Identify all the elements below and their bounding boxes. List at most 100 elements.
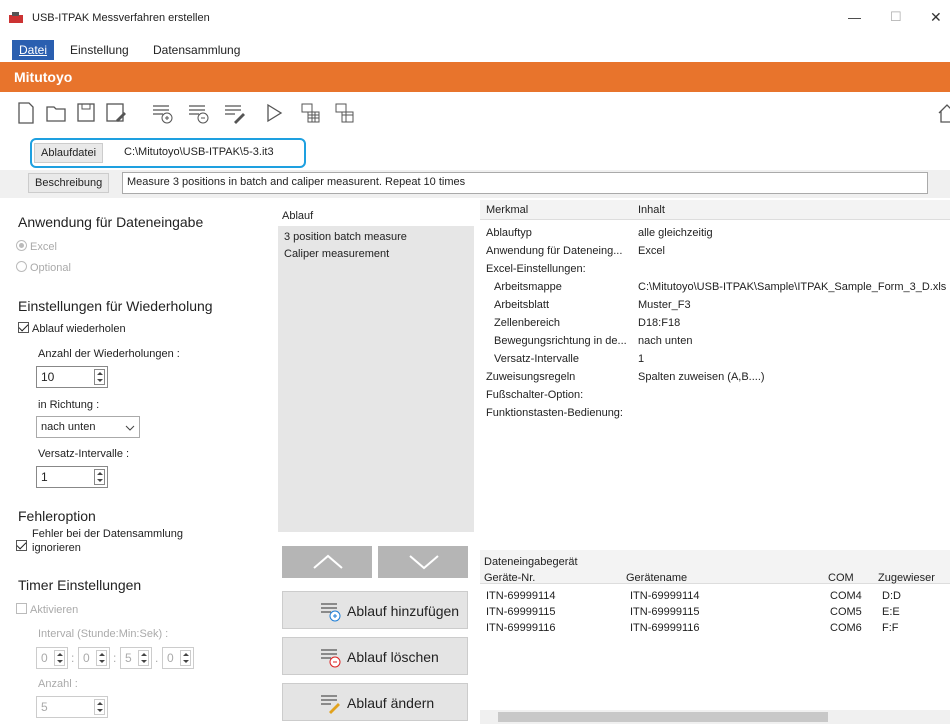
repeat-checkbox[interactable]: Ablauf wiederholen <box>18 322 126 335</box>
interval-fraction[interactable]: 0 <box>162 647 194 669</box>
property-key: Funktionstasten-Bedienung: <box>486 407 623 419</box>
close-button[interactable]: ✕ <box>930 9 942 26</box>
property-row[interactable]: Zellenbereich D18:F18 <box>480 314 950 332</box>
property-row[interactable]: Funktionstasten-Bedienung: <box>480 404 950 422</box>
move-up-button[interactable] <box>282 546 372 578</box>
property-row[interactable]: Arbeitsmappe C:\Mitutoyo\USB-ITPAK\Sample… <box>480 278 950 296</box>
properties-col-key: Merkmal <box>486 204 529 216</box>
devices-col-com: COM <box>828 572 854 584</box>
menu-item-datei[interactable]: Datei <box>12 40 55 60</box>
delete-flow-label: Ablauf löschen <box>347 649 439 665</box>
interval-seconds[interactable]: 5 <box>120 647 152 669</box>
offset-stepper[interactable]: 1 <box>36 466 108 488</box>
minimize-button[interactable]: — <box>848 10 861 25</box>
count-stepper[interactable]: 5 <box>36 696 108 718</box>
scrollbar-thumb[interactable] <box>498 712 828 722</box>
file-path: C:\Mitutoyo\USB-ITPAK\5-3.it3 <box>124 146 274 158</box>
maximize-button[interactable]: ☐ <box>890 9 902 25</box>
new-file-icon[interactable] <box>14 100 38 126</box>
property-value: Excel <box>638 245 665 257</box>
spreadsheet-link-icon[interactable] <box>332 100 356 126</box>
chevron-up-icon <box>313 554 343 569</box>
count-spin-buttons[interactable] <box>94 699 105 715</box>
property-value: Spalten zuweisen (A,B....) <box>638 371 765 383</box>
device-cell-name: ITN-69999115 <box>630 606 700 618</box>
file-label: Ablaufdatei <box>34 143 104 163</box>
device-cell-no: ITN-69999116 <box>486 622 556 634</box>
menu-item-datensammlung[interactable]: Datensammlung <box>153 43 240 57</box>
flow-header: Ablauf <box>282 210 314 222</box>
property-key: Zellenbereich <box>494 317 561 329</box>
devices-col-assign: Zugewieser <box>878 572 935 584</box>
devices-header: Dateneingabegerät Geräte-Nr. Gerätename … <box>480 550 950 584</box>
spreadsheet-icon[interactable] <box>298 100 322 126</box>
interval-hours[interactable]: 0 <box>36 647 68 669</box>
open-folder-icon[interactable] <box>44 100 68 126</box>
interval-minutes[interactable]: 0 <box>78 647 110 669</box>
remove-flow-icon[interactable] <box>186 100 210 126</box>
interval-hours-spin[interactable] <box>54 650 65 666</box>
save-icon[interactable] <box>74 100 98 126</box>
chevron-down-icon <box>125 425 135 431</box>
devices-group-label: Dateneingabegerät <box>484 556 578 568</box>
flow-list[interactable]: 3 position batch measure Caliper measure… <box>278 226 474 532</box>
count-value: 5 <box>41 700 48 714</box>
property-row[interactable]: Bewegungsrichtung in de... nach unten <box>480 332 950 350</box>
device-row[interactable]: ITN-69999116 ITN-69999116 COM6 F:F <box>480 620 950 636</box>
device-cell-no: ITN-69999114 <box>486 590 556 602</box>
timer-checkbox[interactable]: Aktivieren <box>16 603 78 616</box>
repeat-count-stepper[interactable]: 10 <box>36 366 108 388</box>
property-row[interactable]: Anwendung für Dateneing... Excel <box>480 242 950 260</box>
add-flow-button[interactable]: Ablauf hinzufügen <box>282 591 468 629</box>
property-key: Versatz-Intervalle <box>494 353 579 365</box>
edit-flow-button[interactable]: Ablauf ändern <box>282 683 468 721</box>
flow-item[interactable]: Caliper measurement <box>284 248 389 260</box>
description-input[interactable]: Measure 3 positions in batch and caliper… <box>122 172 928 194</box>
add-list-icon <box>321 603 341 622</box>
devices-panel: Dateneingabegerät Geräte-Nr. Gerätename … <box>480 550 950 724</box>
device-cell-com: COM5 <box>830 606 862 618</box>
interval-fraction-spin[interactable] <box>180 650 191 666</box>
menu-item-einstellung[interactable]: Einstellung <box>70 43 129 57</box>
offset-spin-buttons[interactable] <box>94 469 105 485</box>
edit-flow-label: Ablauf ändern <box>347 695 435 711</box>
move-down-button[interactable] <box>378 546 468 578</box>
property-row[interactable]: Arbeitsblatt Muster_F3 <box>480 296 950 314</box>
properties-col-value: Inhalt <box>638 204 665 216</box>
property-row[interactable]: Excel-Einstellungen: <box>480 260 950 278</box>
error-checkbox[interactable]: Fehler bei der Datensammlung ignorieren <box>16 528 256 558</box>
radio-optional[interactable]: Optional <box>16 261 71 274</box>
direction-label: in Richtung : <box>38 399 100 411</box>
property-key: Excel-Einstellungen: <box>486 263 586 275</box>
toolbar <box>0 92 950 136</box>
property-row[interactable]: Versatz-Intervalle 1 <box>480 350 950 368</box>
description-row: Beschreibung Measure 3 positions in batc… <box>0 170 950 198</box>
edit-flow-icon[interactable] <box>222 100 246 126</box>
direction-select[interactable]: nach unten <box>36 416 140 438</box>
error-check-box <box>16 540 27 551</box>
property-row[interactable]: Ablauftyp alle gleichzeitig <box>480 224 950 242</box>
flow-item[interactable]: 3 position batch measure <box>284 231 407 243</box>
run-icon[interactable] <box>262 100 286 126</box>
timer-check-box <box>16 603 27 614</box>
error-check-line2: ignorieren <box>32 542 81 554</box>
brand-bar: Mitutoyo <box>0 62 950 92</box>
property-key: Anwendung für Dateneing... <box>486 245 623 257</box>
property-row[interactable]: Zuweisungsregeln Spalten zuweisen (A,B...… <box>480 368 950 386</box>
device-cell-name: ITN-69999116 <box>630 622 700 634</box>
radio-excel[interactable]: Excel <box>16 240 57 253</box>
property-row[interactable]: Fußschalter-Option: <box>480 386 950 404</box>
delete-flow-button[interactable]: Ablauf löschen <box>282 637 468 675</box>
horizontal-scrollbar[interactable] <box>480 710 950 724</box>
device-row[interactable]: ITN-69999114 ITN-69999114 COM4 D:D <box>480 588 950 604</box>
add-flow-icon[interactable] <box>150 100 174 126</box>
home-icon[interactable] <box>935 100 950 126</box>
repeat-count-spin-buttons[interactable] <box>94 369 105 385</box>
interval-seconds-spin[interactable] <box>138 650 149 666</box>
device-cell-assign: F:F <box>882 622 899 634</box>
interval-minutes-spin[interactable] <box>96 650 107 666</box>
offset-value: 1 <box>41 470 48 484</box>
property-key: Zuweisungsregeln <box>486 371 576 383</box>
device-row[interactable]: ITN-69999115 ITN-69999115 COM5 E:E <box>480 604 950 620</box>
save-as-icon[interactable] <box>104 100 128 126</box>
